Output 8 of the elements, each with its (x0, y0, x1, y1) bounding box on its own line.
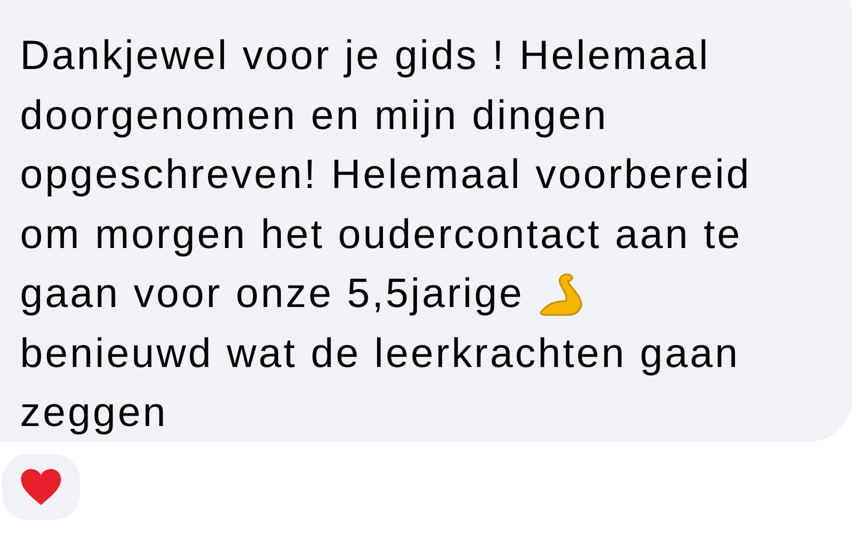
message-text: om morgen het oudercontact aan te (20, 210, 742, 258)
message-text: benieuwd wat de leerkrachten gaan (20, 330, 740, 377)
message-text: opgeschreven! Helemaal voorbereid (20, 151, 752, 198)
message-text: gaan voor onze 5,5jarige (20, 270, 524, 318)
message-text: zeggen (20, 389, 168, 436)
message-text: doorgenomen en mijn dingen (20, 92, 608, 139)
message-text: Dankjewel voor je gids ! Helemaal (20, 32, 710, 80)
heart-icon (19, 467, 63, 507)
